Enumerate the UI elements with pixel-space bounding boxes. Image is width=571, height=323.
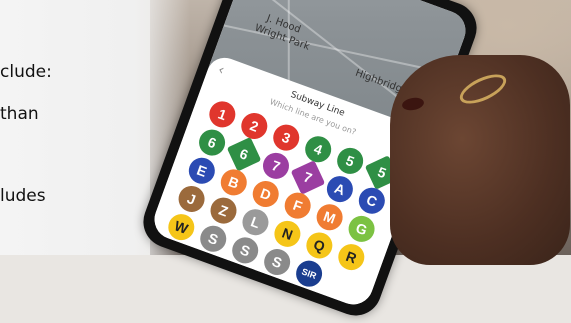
line-badge-7[interactable]: 7 [259, 149, 293, 183]
line-badge-c[interactable]: C [355, 184, 389, 218]
slide-fragment: ludes [0, 186, 46, 206]
line-badge-d[interactable]: D [249, 177, 283, 211]
line-badge-f[interactable]: F [281, 188, 315, 223]
slide-fragment: than [0, 104, 39, 124]
line-badge-sir[interactable]: SIR [292, 256, 326, 291]
line-badge-l[interactable]: L [238, 205, 273, 239]
slide-fragment: clude: [0, 62, 52, 82]
line-badge-j[interactable]: J [174, 182, 209, 216]
line-badge-6[interactable]: 6 [195, 125, 229, 160]
line-badge-7[interactable]: 7 [290, 160, 326, 195]
line-badge-g[interactable]: G [344, 212, 379, 246]
line-badge-5[interactable]: 5 [333, 144, 367, 178]
line-badge-a[interactable]: A [323, 172, 357, 206]
line-badge-q[interactable]: Q [302, 228, 337, 263]
line-badge-s[interactable]: S [228, 233, 262, 268]
line-badge-s[interactable]: S [260, 245, 294, 279]
line-badge-b[interactable]: B [217, 165, 251, 200]
line-badge-r[interactable]: R [334, 240, 368, 274]
line-badge-e[interactable]: E [185, 154, 219, 188]
line-badge-n[interactable]: N [270, 217, 305, 251]
line-badge-m[interactable]: M [312, 200, 347, 234]
line-badge-4[interactable]: 4 [301, 132, 335, 166]
line-badge-2[interactable]: 2 [237, 109, 271, 143]
line-badge-w[interactable]: W [164, 210, 198, 244]
line-badge-s[interactable]: S [196, 222, 230, 256]
line-badge-z[interactable]: Z [206, 193, 241, 228]
line-badge-1[interactable]: 1 [205, 97, 240, 132]
line-badge-3[interactable]: 3 [269, 120, 303, 155]
line-badge-6[interactable]: 6 [226, 136, 262, 172]
